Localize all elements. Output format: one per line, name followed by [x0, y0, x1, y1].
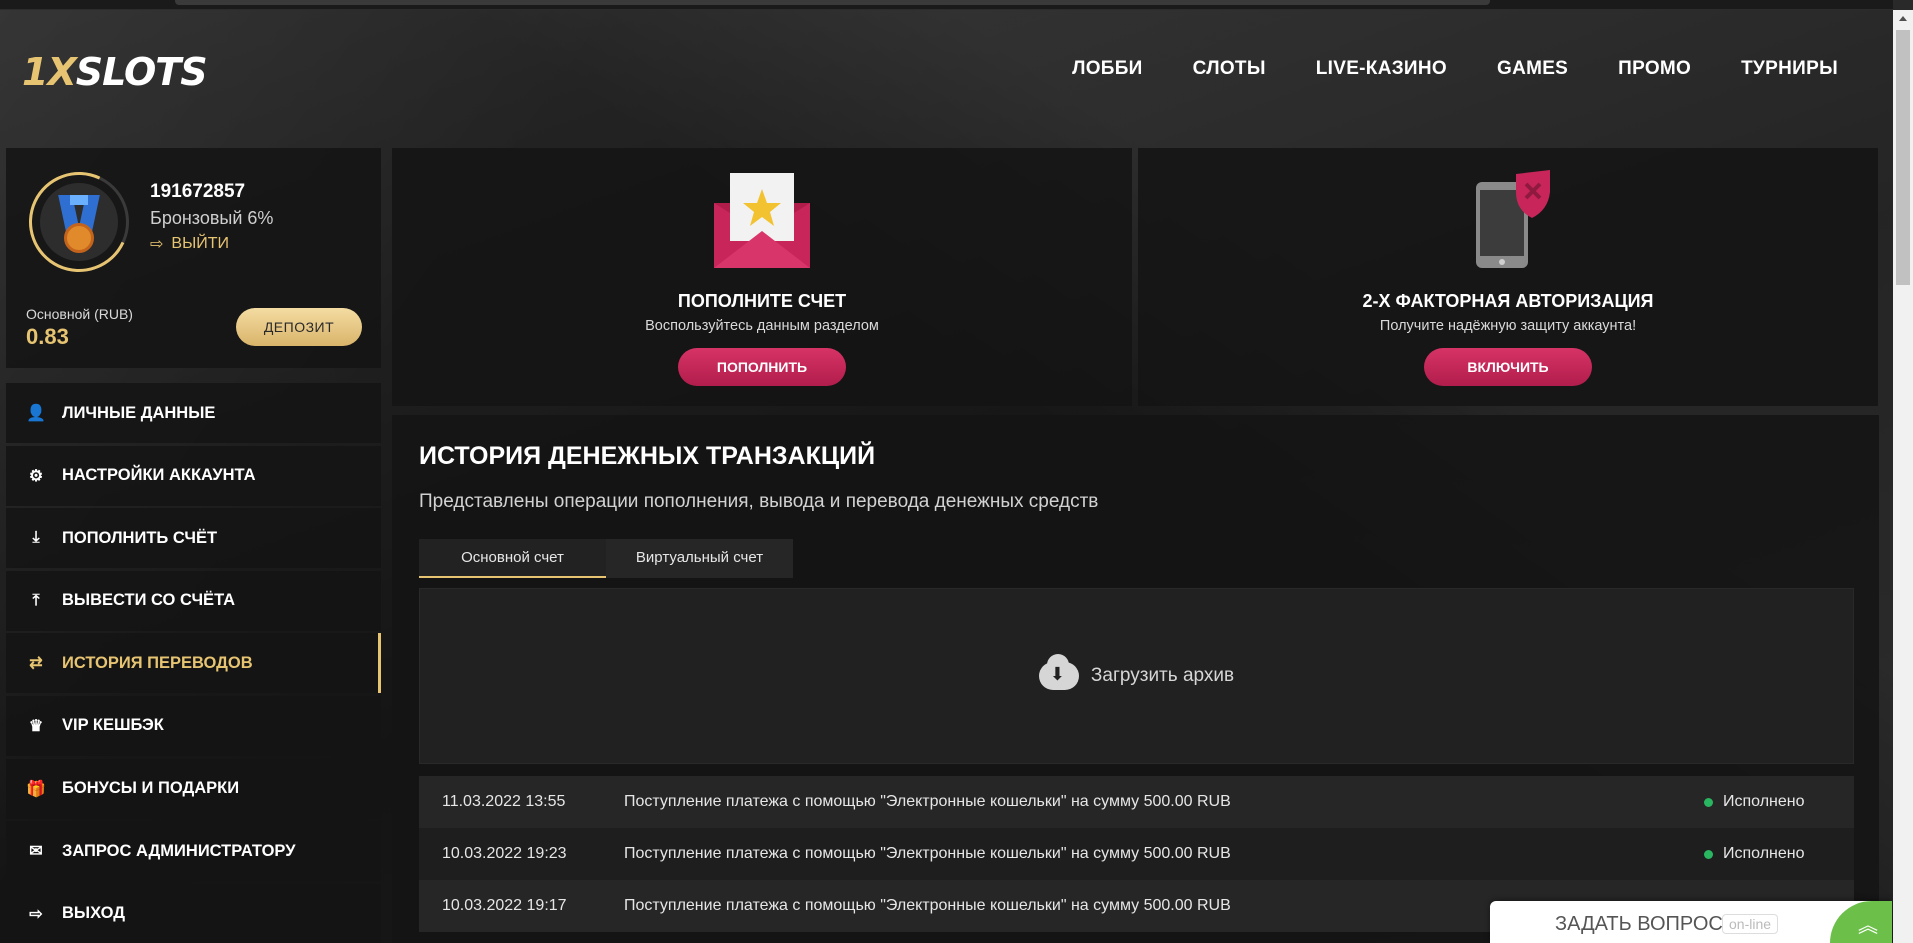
- phone-shield-icon: [1476, 170, 1550, 268]
- row-date: 10.03.2022 19:23: [442, 845, 567, 862]
- profile-panel: 191672857 Бронзовый 6% ⇨ ВЫЙТИ Основной …: [6, 148, 381, 368]
- two-factor-card: 2-Х ФАКТОРНАЯ АВТОРИЗАЦИЯ Получите надёж…: [1138, 148, 1878, 406]
- table-row: 10.03.2022 19:23 Поступление платежа с п…: [419, 828, 1854, 880]
- sidebar-item-deposit[interactable]: ⤓ ПОПОЛНИТЬ СЧЁТ: [6, 508, 381, 569]
- balance-label: Основной (RUB): [26, 306, 133, 322]
- tab-main-account[interactable]: Основной счет: [419, 539, 606, 578]
- download-icon: ⤓: [32, 529, 40, 547]
- logout-link[interactable]: ⇨ ВЫЙТИ: [150, 234, 229, 254]
- ask-question-widget[interactable]: ЗАДАТЬ ВОПРОС on-line ︽: [1490, 901, 1892, 943]
- account-tabs: Основной счет Виртуальный счет: [419, 539, 793, 578]
- cloud-download-icon: [1038, 654, 1079, 690]
- sidebar-item-exit[interactable]: ⇨ ВЫХОД: [6, 883, 381, 943]
- row-date: 11.03.2022 13:55: [442, 793, 566, 810]
- online-badge: on-line: [1722, 914, 1779, 934]
- crown-icon: ♛: [28, 717, 44, 735]
- sidebar-item-personal-data[interactable]: 👤 ЛИЧНЫЕ ДАННЫЕ: [6, 383, 381, 443]
- sidebar-item-bonuses[interactable]: 🎁 БОНУСЫ И ПОДАРКИ: [6, 758, 381, 819]
- transaction-history-panel: ИСТОРИЯ ДЕНЕЖНЫХ ТРАНЗАКЦИЙ Представлены…: [392, 415, 1879, 943]
- sidebar-item-withdraw[interactable]: ⤒ ВЫВЕСТИ СО СЧЁТА: [6, 570, 381, 631]
- nav-slots[interactable]: СЛОТЫ: [1193, 58, 1266, 80]
- sidebar-item-admin-request[interactable]: ✉ ЗАПРОС АДМИНИСТРАТОРУ: [6, 821, 381, 882]
- row-description: Поступление платежа с помощью "Электронн…: [624, 845, 1231, 862]
- row-date: 10.03.2022 19:17: [442, 897, 567, 914]
- bronze-medal-icon: [64, 223, 94, 253]
- download-archive-label: Загрузить архив: [1090, 665, 1235, 686]
- sidebar-menu: 👤 ЛИЧНЫЕ ДАННЫЕ ⚙ НАСТРОЙКИ АККАУНТА ⤓ ПОПО…: [6, 383, 381, 943]
- deposit-card-subtitle: Воспользуйтесь данным разделом: [645, 318, 879, 334]
- tab-virtual-account[interactable]: Виртуальный счет: [606, 539, 793, 578]
- download-archive-button[interactable]: Загрузить архив: [419, 588, 1854, 764]
- status-dot-icon: [1704, 797, 1713, 807]
- top-up-button[interactable]: ПОПОЛНИТЬ: [678, 348, 846, 386]
- scrollbar-thumb[interactable]: [1896, 30, 1910, 285]
- sign-out-icon: ⇨: [150, 236, 164, 253]
- status-dot-icon: [1704, 849, 1713, 859]
- table-row: 11.03.2022 13:55 Поступление платежа с п…: [419, 776, 1854, 828]
- upload-icon: ⤒: [32, 591, 40, 609]
- page-title: ИСТОРИЯ ДЕНЕЖНЫХ ТРАНЗАКЦИЙ: [419, 442, 876, 470]
- deposit-card-title: ПОПОЛНИТЕ СЧЕТ: [677, 291, 847, 311]
- envelope-star-icon: [714, 173, 810, 268]
- row-status: Исполнено: [1704, 845, 1854, 863]
- site-logo[interactable]: 1XSLOTS: [22, 50, 208, 94]
- balance-value: 0.83: [26, 324, 69, 349]
- user-id: 191672857: [150, 181, 246, 202]
- deposit-card: ПОПОЛНИТЕ СЧЕТ Воспользуйтесь данным раз…: [392, 148, 1132, 406]
- envelope-icon: ✉: [29, 843, 43, 861]
- browser-top-strip: [0, 0, 1893, 10]
- chevron-up-icon[interactable]: ︽: [1830, 901, 1892, 943]
- user-plus-icon: 👤: [26, 405, 46, 422]
- page-scrollbar[interactable]: [1893, 10, 1913, 943]
- sidebar-item-account-settings[interactable]: ⚙ НАСТРОЙКИ АККАУНТА: [6, 445, 381, 506]
- sidebar-item-vip-cashback[interactable]: ♛ VIP КЕШБЭК: [6, 695, 381, 756]
- sign-out-icon: ⇨: [29, 905, 43, 923]
- nav-live-casino[interactable]: LIVE-КАЗИНО: [1316, 58, 1447, 80]
- scroll-up-arrow-icon[interactable]: [1899, 16, 1907, 21]
- ask-question-label: ЗАДАТЬ ВОПРОС: [1555, 913, 1723, 935]
- nav-promo[interactable]: ПРОМО: [1618, 58, 1691, 80]
- row-status: Исполнено: [1704, 793, 1854, 811]
- row-description: Поступление платежа с помощью "Электронн…: [624, 793, 1231, 810]
- sidebar-item-transfer-history[interactable]: ⇄ ИСТОРИЯ ПЕРЕВОДОВ: [6, 633, 381, 694]
- page-subtitle: Представлены операции пополнения, вывода…: [419, 491, 1099, 512]
- nav-tournaments[interactable]: ТУРНИРЫ: [1741, 58, 1838, 80]
- nav-lobby[interactable]: ЛОББИ: [1072, 58, 1143, 80]
- nav-games[interactable]: GAMES: [1497, 58, 1568, 80]
- gift-icon: 🎁: [26, 780, 46, 798]
- enable-2fa-button[interactable]: ВКЛЮЧИТЬ: [1424, 348, 1592, 386]
- main-nav: ЛОББИ СЛОТЫ LIVE-КАЗИНО GAMES ПРОМО ТУРН…: [1072, 58, 1838, 80]
- gears-icon: ⚙: [28, 467, 44, 485]
- deposit-button[interactable]: ДЕПОЗИТ: [236, 308, 362, 346]
- two-factor-title: 2-Х ФАКТОРНАЯ АВТОРИЗАЦИЯ: [1362, 291, 1654, 311]
- user-level: Бронзовый 6%: [150, 208, 274, 228]
- site-header: 1XSLOTS ЛОББИ СЛОТЫ LIVE-КАЗИНО GAMES ПР…: [0, 10, 1893, 135]
- two-factor-subtitle: Получите надёжную защиту аккаунта!: [1379, 318, 1637, 334]
- avatar: [14, 157, 144, 287]
- exchange-icon: ⇄: [29, 655, 43, 673]
